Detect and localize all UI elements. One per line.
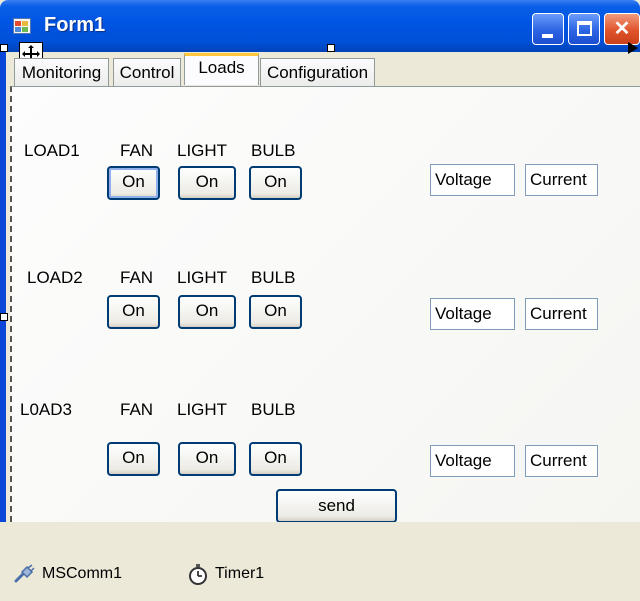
stopwatch-icon (189, 564, 207, 585)
load2-voltage-field[interactable]: Voltage (430, 298, 515, 330)
load3-voltage-field[interactable]: Voltage (430, 445, 515, 477)
tab-loads[interactable]: Loads (184, 53, 259, 85)
selection-handle[interactable] (0, 313, 8, 321)
tab-monitoring[interactable]: Monitoring (14, 58, 109, 86)
load2-label: LOAD2 (27, 268, 83, 287)
load2-bulb-button[interactable]: On (249, 295, 302, 329)
window-frame-left (0, 52, 6, 522)
component-tray (0, 522, 640, 601)
load1-voltage-field[interactable]: Voltage (430, 164, 515, 196)
load3-light-button[interactable]: On (178, 442, 236, 476)
mscomm1-component[interactable]: MSComm1 (14, 563, 122, 585)
tab-configuration[interactable]: Configuration (260, 58, 375, 86)
window-title: Form1 (44, 14, 106, 36)
load2-light-button[interactable]: On (178, 295, 236, 329)
tab-control[interactable]: Control (113, 58, 181, 86)
title-bar[interactable]: Form1 ✕ (0, 0, 640, 52)
minimize-button[interactable] (532, 13, 564, 45)
selection-handle[interactable] (0, 44, 8, 52)
maximize-button[interactable] (568, 13, 600, 45)
mscomm1-label: MSComm1 (42, 565, 123, 583)
light-header: LIGHT (177, 268, 228, 287)
close-button[interactable]: ✕ (604, 13, 640, 45)
maximize-icon (577, 21, 592, 36)
fan-header: FAN (120, 141, 154, 160)
load1-label: LOAD1 (24, 141, 80, 160)
load2-fan-button[interactable]: On (107, 295, 160, 329)
light-header: LIGHT (177, 400, 228, 419)
bulb-header: BULB (251, 268, 296, 287)
light-header: LIGHT (177, 141, 228, 160)
fan-header: FAN (120, 268, 154, 287)
load2-current-field[interactable]: Current (525, 298, 598, 330)
close-icon: ✕ (613, 18, 631, 40)
serial-port-icon (14, 564, 35, 583)
bulb-header: BULB (251, 400, 296, 419)
timer1-label: Timer1 (215, 565, 265, 583)
load3-label: L0AD3 (20, 400, 72, 419)
timer1-component[interactable]: Timer1 (187, 563, 264, 585)
load1-light-button[interactable]: On (178, 166, 236, 200)
form-icon (13, 16, 33, 36)
load1-current-field[interactable]: Current (525, 164, 598, 196)
load3-current-field[interactable]: Current (525, 445, 598, 477)
fan-header: FAN (120, 400, 154, 419)
load3-bulb-button[interactable]: On (249, 442, 302, 476)
load3-fan-button[interactable]: On (107, 442, 160, 476)
selection-handle[interactable] (327, 44, 335, 52)
scroll-right-icon (628, 42, 638, 54)
load1-bulb-button[interactable]: On (249, 166, 302, 200)
bulb-header: BULB (251, 141, 296, 160)
minimize-icon (542, 34, 553, 38)
load1-fan-button[interactable]: On (107, 166, 160, 200)
send-button[interactable]: send (276, 489, 397, 523)
